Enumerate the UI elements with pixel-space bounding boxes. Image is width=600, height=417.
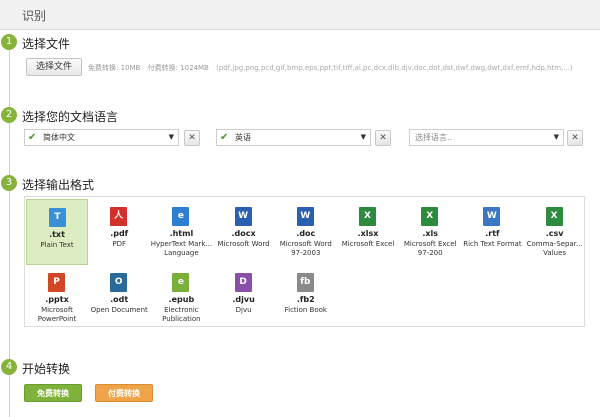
- free-limit-text: 免费转换: 10MB: [88, 64, 141, 72]
- free-convert-button[interactable]: 免费转换: [24, 384, 82, 402]
- format-description: Rich Text Format: [463, 240, 522, 248]
- format-extension: .rtf: [485, 229, 500, 238]
- excel-file-icon: X: [421, 207, 439, 226]
- html-file-icon: e: [172, 207, 190, 226]
- format-extension: .djvu: [232, 295, 255, 304]
- language-select-3[interactable]: 选择语言.. ▼: [409, 129, 564, 146]
- format-extension: .html: [169, 229, 194, 238]
- language-select-2-value: 英语: [235, 133, 251, 142]
- format-extension: .csv: [545, 229, 564, 238]
- odt-file-icon: O: [110, 273, 128, 292]
- step-1-number: 1: [1, 34, 17, 50]
- format-extension: .txt: [49, 230, 65, 239]
- format-extension: .pdf: [110, 229, 129, 238]
- format-description: Microsoft Excel 97-200: [403, 240, 457, 257]
- caret-down-icon: ▼: [360, 133, 366, 141]
- format-option-html[interactable]: e .html HyperText Mark... Language: [150, 199, 212, 265]
- file-limits: 免费转换: 10MB 付费转换: 1024MB (pdf,jpg,png,pcd…: [88, 63, 578, 73]
- format-extension: .xls: [422, 229, 439, 238]
- format-description: Microsoft Word 97-2003: [279, 240, 332, 257]
- output-format-panel: T .txt Plain Text 人 .pdf PDF e .html HyperText M…: [24, 196, 585, 327]
- step-2-number: 2: [1, 107, 17, 123]
- format-extension: .pptx: [45, 295, 69, 304]
- format-option-epub[interactable]: e .epub Electronic Publication: [150, 265, 212, 331]
- csv-file-icon: X: [545, 207, 563, 226]
- format-description: PDF: [112, 240, 126, 248]
- page-header: 识别: [0, 0, 600, 30]
- choose-file-button[interactable]: 选择文件: [26, 58, 82, 76]
- format-option-odt[interactable]: O .odt Open Document: [88, 265, 150, 331]
- format-description: Comma-Separ... Values: [526, 240, 583, 257]
- language-select-1-value: 简体中文: [43, 133, 75, 142]
- step-4-number: 4: [1, 359, 17, 375]
- word-file-icon: W: [296, 207, 314, 226]
- rtf-file-icon: W: [483, 207, 501, 226]
- format-description: Microsoft Excel: [341, 240, 395, 248]
- caret-down-icon: ▼: [553, 133, 559, 141]
- clear-language-2-button[interactable]: ✕: [375, 130, 391, 146]
- format-description: Microsoft Word: [217, 240, 270, 248]
- format-option-fb2[interactable]: fb .fb2 Fiction Book: [275, 265, 337, 331]
- format-extension: .docx: [231, 229, 256, 238]
- caret-down-icon: ▼: [168, 133, 174, 141]
- txt-file-icon: T: [49, 208, 66, 227]
- format-extension: .xlsx: [357, 229, 379, 238]
- clear-language-1-button[interactable]: ✕: [184, 130, 200, 146]
- check-icon: ✔: [220, 132, 229, 143]
- format-extension: .fb2: [296, 295, 315, 304]
- epub-file-icon: e: [172, 273, 190, 292]
- step-3-title: 选择输出格式: [22, 178, 95, 192]
- language-select-2[interactable]: ✔ 英语 ▼: [216, 129, 371, 146]
- clear-language-3-button[interactable]: ✕: [567, 130, 583, 146]
- format-description: Djvu: [235, 306, 252, 314]
- format-description: HyperText Mark... Language: [150, 240, 213, 257]
- format-option-xls[interactable]: X .xls Microsoft Excel 97-200: [399, 199, 461, 265]
- format-option-xlsx[interactable]: X .xlsx Microsoft Excel: [337, 199, 399, 265]
- format-option-doc[interactable]: W .doc Microsoft Word 97-2003: [275, 199, 337, 265]
- excel-file-icon: X: [359, 207, 376, 226]
- paid-limit-text: 付费转换: 1024MB: [147, 64, 209, 72]
- pdf-file-icon: 人: [110, 207, 128, 226]
- supported-formats-text: (pdf,jpg,png,pcd,gif,bmp,eps,ppt,tif,tif…: [216, 64, 573, 72]
- powerpoint-file-icon: P: [48, 273, 65, 292]
- format-extension: .epub: [168, 295, 195, 304]
- language-select-3-placeholder: 选择语言..: [415, 133, 453, 142]
- format-extension: .odt: [110, 295, 129, 304]
- format-description: Fiction Book: [284, 306, 327, 314]
- language-select-1[interactable]: ✔ 简体中文 ▼: [24, 129, 179, 146]
- format-option-djvu[interactable]: D .djvu Djvu: [213, 265, 275, 331]
- format-description: Plain Text: [40, 241, 74, 249]
- format-option-pdf[interactable]: 人 .pdf PDF: [88, 199, 150, 265]
- djvu-file-icon: D: [234, 273, 252, 292]
- format-description: Electronic Publication: [162, 306, 201, 323]
- format-description: Microsoft PowerPoint: [37, 306, 77, 323]
- step-2-title: 选择您的文档语言: [22, 110, 119, 124]
- step-4-title: 开始转换: [22, 362, 71, 376]
- format-option-docx[interactable]: W .docx Microsoft Word: [213, 199, 275, 265]
- format-option-txt[interactable]: T .txt Plain Text: [26, 199, 88, 265]
- paid-convert-button[interactable]: 付费转换: [95, 384, 153, 402]
- word-file-icon: W: [234, 207, 252, 226]
- format-option-rtf[interactable]: W .rtf Rich Text Format: [461, 199, 523, 265]
- check-icon: ✔: [28, 132, 37, 143]
- format-option-csv[interactable]: X .csv Comma-Separ... Values: [524, 199, 586, 265]
- format-description: Open Document: [90, 306, 148, 314]
- step-1-title: 选择文件: [22, 37, 71, 51]
- format-option-pptx[interactable]: P .pptx Microsoft PowerPoint: [26, 265, 88, 331]
- format-extension: .doc: [296, 229, 316, 238]
- page-title: 识别: [22, 9, 47, 23]
- fb2-file-icon: fb: [296, 273, 314, 292]
- step-3-number: 3: [1, 175, 17, 191]
